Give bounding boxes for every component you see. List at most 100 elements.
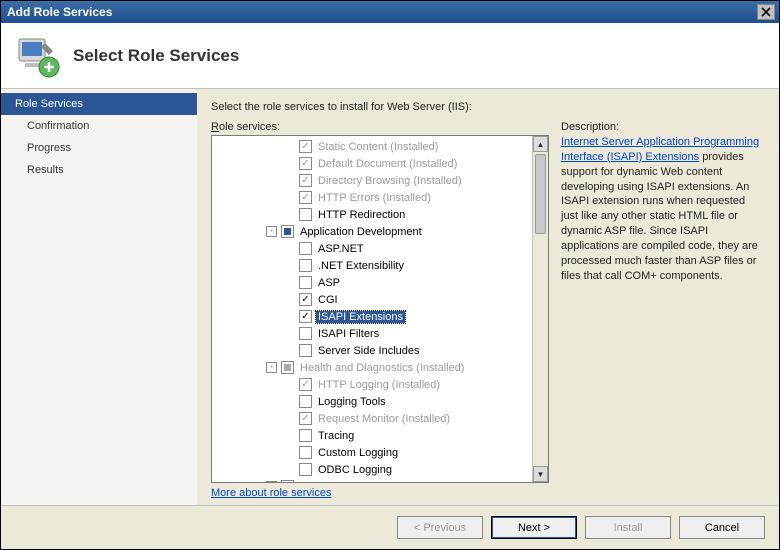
checkbox[interactable] [299, 395, 312, 408]
checkbox [281, 480, 294, 482]
page-title: Select Role Services [73, 46, 239, 66]
tree-node-label: HTTP Redirection [316, 209, 407, 221]
scroll-up-button[interactable]: ▲ [533, 136, 548, 152]
tree-row[interactable]: Request Monitor (Installed) [212, 410, 532, 427]
description-label: Description: [561, 121, 765, 133]
tree-node-label: Tracing [316, 430, 356, 442]
left-column: Role services: Static Content (Installed… [211, 121, 549, 499]
checkbox[interactable] [299, 310, 312, 323]
tree-node-label: HTTP Logging (Installed) [316, 379, 442, 391]
tree-label: Role services: [211, 121, 549, 133]
install-button: Install [585, 516, 671, 539]
collapse-icon[interactable]: - [266, 362, 277, 373]
tree-row[interactable]: - Security (Installed) [212, 478, 532, 482]
nav-item-progress[interactable]: Progress [1, 137, 197, 159]
tree-node-label: ODBC Logging [316, 464, 394, 476]
nav-label: Progress [27, 142, 71, 154]
body: Role Services Confirmation Progress Resu… [1, 89, 779, 505]
window-title: Add Role Services [5, 5, 757, 19]
collapse-icon[interactable]: - [266, 481, 277, 482]
tree-node-label: Server Side Includes [316, 345, 422, 357]
tree-node-label: CGI [316, 294, 340, 306]
checkbox [299, 174, 312, 187]
tree-node-label: ASP.NET [316, 243, 366, 255]
tree-row[interactable]: - Health and Diagnostics (Installed) [212, 359, 532, 376]
role-services-tree[interactable]: Static Content (Installed) Default Docume… [211, 135, 549, 483]
checkbox[interactable] [299, 327, 312, 340]
checkbox [299, 412, 312, 425]
tree-node-label: Security (Installed) [298, 481, 393, 483]
columns: Role services: Static Content (Installed… [211, 121, 765, 499]
checkbox[interactable] [299, 344, 312, 357]
checkbox[interactable] [299, 429, 312, 442]
header: Select Role Services [1, 23, 779, 89]
tree-row[interactable]: ODBC Logging [212, 461, 532, 478]
tree-node-label: ISAPI Extensions [316, 311, 405, 323]
intro-text: Select the role services to install for … [211, 101, 765, 113]
close-button[interactable] [757, 4, 775, 20]
checkbox[interactable] [299, 276, 312, 289]
tree-node-label: Application Development [298, 226, 424, 238]
tree-node-label: ISAPI Filters [316, 328, 381, 340]
tree-row[interactable]: Default Document (Installed) [212, 155, 532, 172]
checkbox [299, 378, 312, 391]
tree-row[interactable]: .NET Extensibility [212, 257, 532, 274]
checkbox [281, 361, 294, 374]
tree-row[interactable]: ASP.NET [212, 240, 532, 257]
checkbox [299, 140, 312, 153]
tree-node-label: Health and Diagnostics (Installed) [298, 362, 466, 374]
tree-row[interactable]: HTTP Errors (Installed) [212, 189, 532, 206]
content: Select the role services to install for … [197, 89, 779, 505]
tree-row[interactable]: Custom Logging [212, 444, 532, 461]
tree-row[interactable]: ISAPI Extensions [212, 308, 532, 325]
nav-item-confirmation[interactable]: Confirmation [1, 115, 197, 137]
cancel-button[interactable]: Cancel [679, 516, 765, 539]
next-button[interactable]: Next > [491, 516, 577, 539]
previous-button: < Previous [397, 516, 483, 539]
tree-row[interactable]: Static Content (Installed) [212, 138, 532, 155]
tree-row[interactable]: Directory Browsing (Installed) [212, 172, 532, 189]
scrollbar[interactable]: ▲ ▼ [532, 136, 548, 482]
tree-node-label: Static Content (Installed) [316, 141, 440, 153]
tree-row[interactable]: HTTP Logging (Installed) [212, 376, 532, 393]
tree-node-label: Request Monitor (Installed) [316, 413, 452, 425]
checkbox[interactable] [281, 225, 294, 238]
nav-label: Results [27, 164, 64, 176]
tree-scroll: Static Content (Installed) Default Docume… [212, 136, 532, 482]
wizard-icon [15, 33, 61, 79]
nav-item-role-services[interactable]: Role Services [1, 93, 197, 115]
tree-node-label: HTTP Errors (Installed) [316, 192, 433, 204]
tree-row[interactable]: - Application Development [212, 223, 532, 240]
checkbox [299, 191, 312, 204]
checkbox[interactable] [299, 446, 312, 459]
scroll-thumb[interactable] [535, 154, 546, 234]
scroll-track[interactable] [533, 152, 548, 466]
tree-node-label: Custom Logging [316, 447, 400, 459]
close-icon [761, 7, 771, 17]
more-link: More about role services [211, 487, 549, 499]
checkbox[interactable] [299, 259, 312, 272]
checkbox[interactable] [299, 293, 312, 306]
tree-row[interactable]: HTTP Redirection [212, 206, 532, 223]
nav-label: Role Services [15, 98, 83, 110]
description-text: Internet Server Application Programming … [561, 135, 765, 283]
nav-label: Confirmation [27, 120, 89, 132]
checkbox[interactable] [299, 242, 312, 255]
tree-row[interactable]: Tracing [212, 427, 532, 444]
checkbox[interactable] [299, 463, 312, 476]
right-column: Description: Internet Server Application… [561, 121, 765, 499]
titlebar: Add Role Services [1, 1, 779, 23]
nav-item-results[interactable]: Results [1, 159, 197, 181]
tree-row[interactable]: ASP [212, 274, 532, 291]
tree-row[interactable]: Server Side Includes [212, 342, 532, 359]
tree-node-label: Directory Browsing (Installed) [316, 175, 464, 187]
collapse-icon[interactable]: - [266, 226, 277, 237]
tree-row[interactable]: CGI [212, 291, 532, 308]
tree-row[interactable]: ISAPI Filters [212, 325, 532, 342]
checkbox[interactable] [299, 208, 312, 221]
checkbox [299, 157, 312, 170]
tree-row[interactable]: Logging Tools [212, 393, 532, 410]
tree-node-label: Default Document (Installed) [316, 158, 459, 170]
scroll-down-button[interactable]: ▼ [533, 466, 548, 482]
more-about-link[interactable]: More about role services [211, 487, 331, 499]
